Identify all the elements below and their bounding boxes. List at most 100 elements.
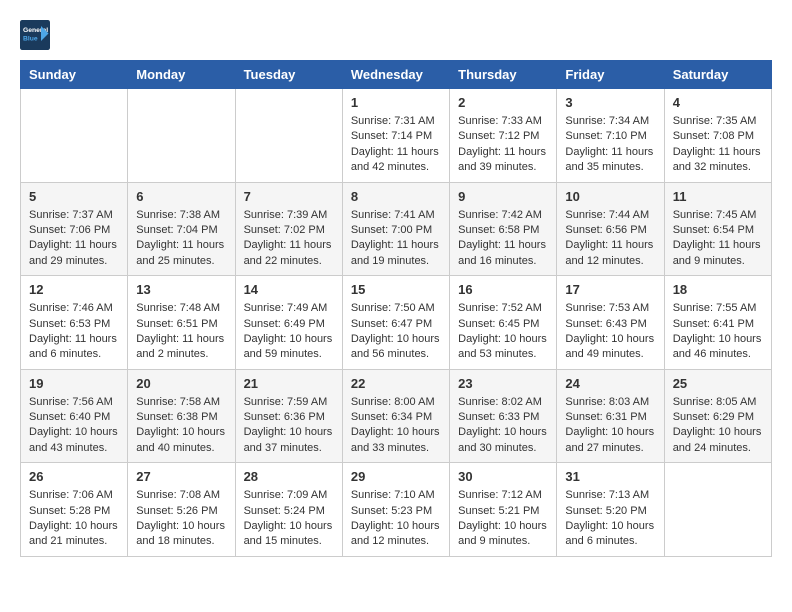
weekday-header-friday: Friday (557, 61, 664, 89)
day-info: Sunrise: 7:56 AM Sunset: 6:40 PM Dayligh… (29, 395, 119, 457)
calendar-table: SundayMondayTuesdayWednesdayThursdayFrid… (20, 60, 772, 557)
day-info: Sunrise: 7:06 AM Sunset: 5:28 PM Dayligh… (29, 488, 119, 550)
weekday-header-tuesday: Tuesday (235, 61, 342, 89)
day-number: 25 (673, 376, 763, 391)
weekday-header-wednesday: Wednesday (342, 61, 449, 89)
calendar-week-1: 1 Sunrise: 7:31 AM Sunset: 7:14 PM Daylig… (21, 89, 772, 183)
day-info: Sunrise: 7:44 AM Sunset: 6:56 PM Dayligh… (565, 208, 655, 270)
day-number: 7 (244, 189, 334, 204)
day-number: 20 (136, 376, 226, 391)
calendar-cell: 10 Sunrise: 7:44 AM Sunset: 6:56 PM Dayli… (557, 182, 664, 276)
calendar-week-2: 5 Sunrise: 7:37 AM Sunset: 7:06 PM Daylig… (21, 182, 772, 276)
day-number: 24 (565, 376, 655, 391)
day-number: 17 (565, 282, 655, 297)
calendar-cell: 19Sunrise: 7:56 AM Sunset: 6:40 PM Dayli… (21, 369, 128, 463)
svg-text:Blue: Blue (23, 35, 38, 42)
day-number: 22 (351, 376, 441, 391)
calendar-cell: 16Sunrise: 7:52 AM Sunset: 6:45 PM Dayli… (450, 276, 557, 370)
day-number: 16 (458, 282, 548, 297)
calendar-cell (664, 463, 771, 557)
calendar-cell: 23 Sunrise: 8:02 AM Sunset: 6:33 PM Dayli… (450, 369, 557, 463)
day-number: 1 (351, 95, 441, 110)
day-info: Sunrise: 7:09 AM Sunset: 5:24 PM Dayligh… (244, 488, 334, 550)
calendar-cell: 11Sunrise: 7:45 AM Sunset: 6:54 PM Dayli… (664, 182, 771, 276)
day-number: 8 (351, 189, 441, 204)
logo: General Blue (20, 20, 54, 50)
calendar-cell: 8 Sunrise: 7:41 AM Sunset: 7:00 PM Daylig… (342, 182, 449, 276)
calendar-cell: 9 Sunrise: 7:42 AM Sunset: 6:58 PM Daylig… (450, 182, 557, 276)
day-info: Sunrise: 7:45 AM Sunset: 6:54 PM Dayligh… (673, 208, 763, 270)
calendar-cell: 4 Sunrise: 7:35 AM Sunset: 7:08 PM Daylig… (664, 89, 771, 183)
day-info: Sunrise: 7:37 AM Sunset: 7:06 PM Dayligh… (29, 208, 119, 270)
day-info: Sunrise: 7:34 AM Sunset: 7:10 PM Dayligh… (565, 114, 655, 176)
day-info: Sunrise: 7:35 AM Sunset: 7:08 PM Dayligh… (673, 114, 763, 176)
day-number: 2 (458, 95, 548, 110)
day-number: 12 (29, 282, 119, 297)
weekday-header-monday: Monday (128, 61, 235, 89)
calendar-week-4: 19Sunrise: 7:56 AM Sunset: 6:40 PM Dayli… (21, 369, 772, 463)
day-info: Sunrise: 8:02 AM Sunset: 6:33 PM Dayligh… (458, 395, 548, 457)
calendar-cell: 13Sunrise: 7:48 AM Sunset: 6:51 PM Dayli… (128, 276, 235, 370)
calendar-cell: 29Sunrise: 7:10 AM Sunset: 5:23 PM Dayli… (342, 463, 449, 557)
calendar-cell: 20 Sunrise: 7:58 AM Sunset: 6:38 PM Dayli… (128, 369, 235, 463)
day-info: Sunrise: 7:59 AM Sunset: 6:36 PM Dayligh… (244, 395, 334, 457)
calendar-cell: 17 Sunrise: 7:53 AM Sunset: 6:43 PM Dayli… (557, 276, 664, 370)
calendar-cell: 26 Sunrise: 7:06 AM Sunset: 5:28 PM Dayli… (21, 463, 128, 557)
day-number: 18 (673, 282, 763, 297)
calendar-cell (235, 89, 342, 183)
calendar-cell: 7Sunrise: 7:39 AM Sunset: 7:02 PM Daylig… (235, 182, 342, 276)
calendar-cell: 30 Sunrise: 7:12 AM Sunset: 5:21 PM Dayli… (450, 463, 557, 557)
day-number: 14 (244, 282, 334, 297)
calendar-cell: 1 Sunrise: 7:31 AM Sunset: 7:14 PM Daylig… (342, 89, 449, 183)
day-number: 10 (565, 189, 655, 204)
day-number: 5 (29, 189, 119, 204)
weekday-header-row: SundayMondayTuesdayWednesdayThursdayFrid… (21, 61, 772, 89)
day-number: 21 (244, 376, 334, 391)
day-number: 4 (673, 95, 763, 110)
day-info: Sunrise: 7:08 AM Sunset: 5:26 PM Dayligh… (136, 488, 226, 550)
calendar-cell: 12Sunrise: 7:46 AM Sunset: 6:53 PM Dayli… (21, 276, 128, 370)
day-info: Sunrise: 7:38 AM Sunset: 7:04 PM Dayligh… (136, 208, 226, 270)
calendar-cell: 5 Sunrise: 7:37 AM Sunset: 7:06 PM Daylig… (21, 182, 128, 276)
day-info: Sunrise: 7:48 AM Sunset: 6:51 PM Dayligh… (136, 301, 226, 363)
calendar-cell (128, 89, 235, 183)
day-info: Sunrise: 7:12 AM Sunset: 5:21 PM Dayligh… (458, 488, 548, 550)
day-number: 9 (458, 189, 548, 204)
calendar-cell: 21 Sunrise: 7:59 AM Sunset: 6:36 PM Dayli… (235, 369, 342, 463)
day-number: 15 (351, 282, 441, 297)
day-info: Sunrise: 7:55 AM Sunset: 6:41 PM Dayligh… (673, 301, 763, 363)
day-info: Sunrise: 7:42 AM Sunset: 6:58 PM Dayligh… (458, 208, 548, 270)
day-info: Sunrise: 8:05 AM Sunset: 6:29 PM Dayligh… (673, 395, 763, 457)
calendar-cell (21, 89, 128, 183)
calendar-week-3: 12Sunrise: 7:46 AM Sunset: 6:53 PM Dayli… (21, 276, 772, 370)
weekday-header-saturday: Saturday (664, 61, 771, 89)
day-info: Sunrise: 7:33 AM Sunset: 7:12 PM Dayligh… (458, 114, 548, 176)
day-info: Sunrise: 7:13 AM Sunset: 5:20 PM Dayligh… (565, 488, 655, 550)
day-info: Sunrise: 8:03 AM Sunset: 6:31 PM Dayligh… (565, 395, 655, 457)
day-number: 23 (458, 376, 548, 391)
day-info: Sunrise: 7:10 AM Sunset: 5:23 PM Dayligh… (351, 488, 441, 550)
calendar-cell: 15Sunrise: 7:50 AM Sunset: 6:47 PM Dayli… (342, 276, 449, 370)
calendar-cell: 3 Sunrise: 7:34 AM Sunset: 7:10 PM Daylig… (557, 89, 664, 183)
calendar-cell: 27 Sunrise: 7:08 AM Sunset: 5:26 PM Dayli… (128, 463, 235, 557)
day-number: 26 (29, 469, 119, 484)
day-info: Sunrise: 8:00 AM Sunset: 6:34 PM Dayligh… (351, 395, 441, 457)
day-info: Sunrise: 7:49 AM Sunset: 6:49 PM Dayligh… (244, 301, 334, 363)
day-info: Sunrise: 7:31 AM Sunset: 7:14 PM Dayligh… (351, 114, 441, 176)
calendar-cell: 28 Sunrise: 7:09 AM Sunset: 5:24 PM Dayli… (235, 463, 342, 557)
calendar-cell: 14 Sunrise: 7:49 AM Sunset: 6:49 PM Dayli… (235, 276, 342, 370)
day-number: 27 (136, 469, 226, 484)
day-info: Sunrise: 7:58 AM Sunset: 6:38 PM Dayligh… (136, 395, 226, 457)
day-number: 31 (565, 469, 655, 484)
calendar-cell: 31 Sunrise: 7:13 AM Sunset: 5:20 PM Dayli… (557, 463, 664, 557)
calendar-cell: 2 Sunrise: 7:33 AM Sunset: 7:12 PM Daylig… (450, 89, 557, 183)
calendar-cell: 24 Sunrise: 8:03 AM Sunset: 6:31 PM Dayli… (557, 369, 664, 463)
day-number: 6 (136, 189, 226, 204)
calendar-week-5: 26 Sunrise: 7:06 AM Sunset: 5:28 PM Dayli… (21, 463, 772, 557)
day-info: Sunrise: 7:53 AM Sunset: 6:43 PM Dayligh… (565, 301, 655, 363)
day-number: 28 (244, 469, 334, 484)
day-number: 3 (565, 95, 655, 110)
day-info: Sunrise: 7:41 AM Sunset: 7:00 PM Dayligh… (351, 208, 441, 270)
day-number: 30 (458, 469, 548, 484)
weekday-header-sunday: Sunday (21, 61, 128, 89)
